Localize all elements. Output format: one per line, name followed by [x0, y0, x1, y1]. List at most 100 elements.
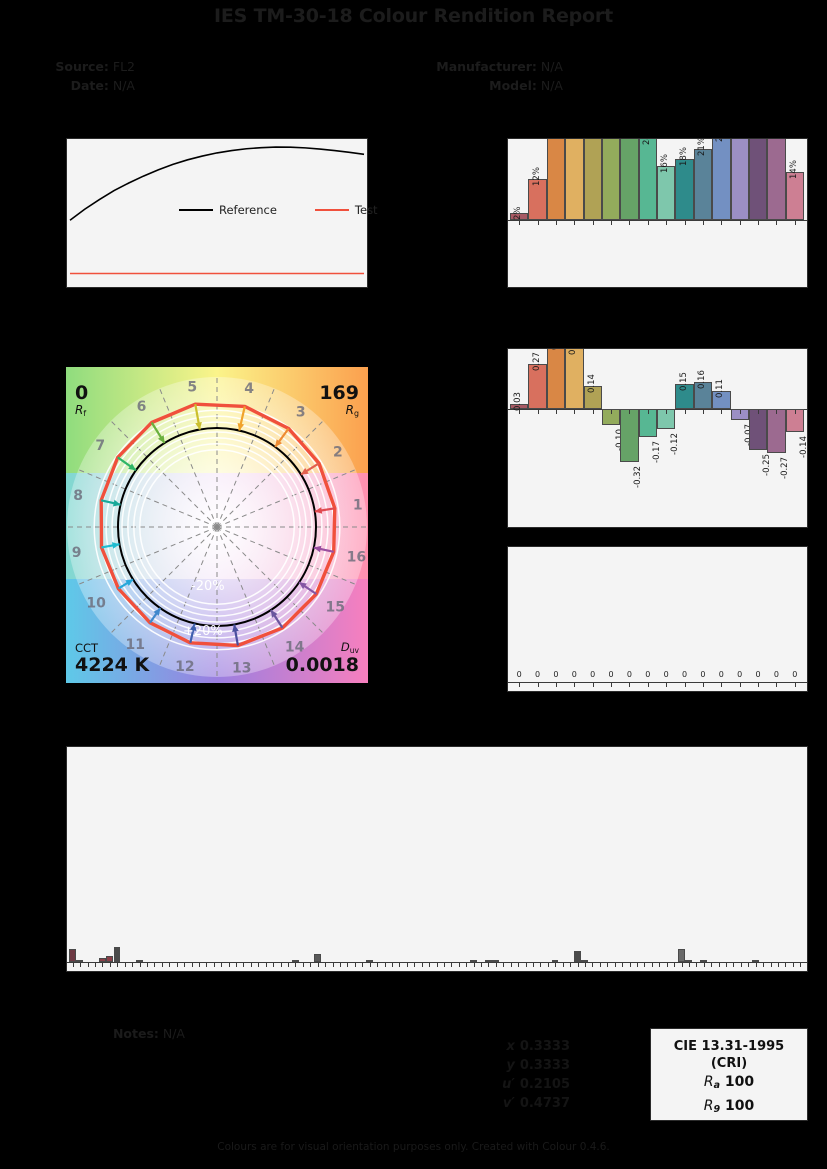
x-axis-tick	[384, 963, 386, 967]
x-axis-tick	[377, 963, 379, 967]
bar	[113, 947, 121, 962]
x-axis-tick	[647, 409, 649, 414]
bar-value-label: 0.27	[531, 352, 542, 372]
report-page: IES TM-30-18 Colour Rendition Report Sou…	[0, 0, 827, 1169]
spd-chart: Reference Test	[66, 138, 378, 288]
x-axis-tick	[481, 963, 483, 967]
x-axis-tick	[124, 963, 126, 967]
bar	[291, 959, 299, 962]
axis-baseline	[508, 682, 807, 684]
legend-test-swatch	[314, 209, 349, 211]
x-axis-tick	[711, 963, 713, 967]
bar	[677, 949, 685, 962]
cvg-bin-label: 5	[187, 380, 197, 396]
y-axis-tick	[507, 424, 508, 425]
cri-title-line1: CIE 13.31-1995	[673, 1039, 785, 1054]
x-axis-tick	[265, 963, 267, 967]
x-axis-tick	[794, 221, 796, 225]
x-axis-tick	[429, 963, 431, 967]
bar-value-label: 24%	[642, 139, 652, 145]
x-axis-tick	[629, 963, 631, 967]
manufacturer-label: Manufacturer:	[436, 59, 537, 74]
x-axis-tick	[332, 963, 334, 967]
x-axis-tick	[555, 963, 557, 967]
x-axis-tick	[611, 221, 613, 225]
bar-value-label: 21%	[696, 138, 707, 156]
bar-value-label: -0.12	[670, 432, 681, 455]
bar-value-label: 0	[737, 670, 743, 679]
x-axis-tick	[647, 683, 649, 687]
rf-value: 0	[75, 382, 89, 404]
bar-value-label: 25%	[715, 139, 725, 142]
y-axis-tick	[66, 835, 67, 836]
y-axis-tick	[507, 577, 508, 578]
x-axis-tick	[537, 221, 539, 225]
rf-readout: 0 Rf	[75, 383, 88, 421]
x-axis-tick	[94, 963, 96, 967]
bar-value-label: 0.11	[715, 378, 726, 398]
bar-value-label: 0	[608, 670, 614, 679]
model-label: Model:	[489, 78, 537, 93]
x-axis-tick	[295, 963, 297, 967]
x-axis-tick	[391, 963, 393, 967]
x-axis-tick	[414, 963, 416, 967]
legend-reference-label: Reference	[219, 203, 277, 217]
bar	[601, 139, 621, 220]
bar	[767, 408, 786, 454]
rg-label: Rg	[345, 403, 359, 419]
x-axis-tick	[221, 963, 223, 967]
cri-r9-value: 100	[725, 1098, 755, 1114]
cri-box: CIE 13.31-1995 (CRI) Ra 100 R9 100	[650, 1028, 808, 1121]
colour-vector-graphic: 1 2 3 4 5 6 7 8 9 10 11 12 13 14 15 16 +20% -20% 0 Rf 1…	[66, 367, 368, 683]
model-row: Model: N/A	[300, 76, 563, 95]
cvg-bin-label: 12	[175, 659, 194, 675]
x-axis-tick	[72, 963, 74, 967]
axis-baseline	[508, 220, 807, 222]
bar	[785, 172, 804, 220]
x-axis-tick	[228, 963, 230, 967]
x-axis-tick	[584, 963, 586, 967]
manufacturer-meta-block: Manufacturer: N/A Model: N/A	[300, 57, 563, 95]
x-axis-tick	[776, 221, 778, 225]
x-axis-tick	[755, 963, 757, 967]
cvg-bin-label: 3	[296, 405, 306, 421]
y-axis-tick	[507, 387, 508, 388]
x-axis-tick	[451, 963, 453, 967]
bar	[365, 959, 373, 962]
rg-value: 169	[319, 382, 359, 404]
bar	[700, 959, 707, 962]
x-axis-tick	[458, 963, 460, 967]
y-axis-tick	[507, 460, 508, 461]
y-axis-tick	[507, 175, 508, 176]
x-axis-tick	[647, 221, 649, 225]
x-axis-tick	[317, 963, 319, 967]
x-axis-tick	[280, 963, 282, 967]
x-axis-tick	[629, 409, 631, 414]
bar-value-label: -0.25	[762, 453, 773, 476]
x-axis-tick	[721, 221, 723, 225]
bar	[546, 349, 566, 409]
y-axis-tick	[66, 814, 67, 815]
legend-test: Test	[314, 203, 378, 217]
x-axis-tick	[702, 683, 704, 687]
bar-value-label: 0	[718, 670, 724, 679]
x-axis-tick	[206, 963, 208, 967]
x-axis-tick	[629, 683, 631, 687]
x-axis-tick	[721, 409, 723, 414]
bar-value-label: 14%	[788, 160, 799, 180]
y-axis-tick	[66, 920, 67, 921]
chromaticity-value: 0.3333	[519, 1058, 570, 1073]
x-axis-tick	[80, 963, 82, 967]
bar	[469, 959, 477, 962]
x-axis-tick	[495, 963, 497, 967]
y-axis-tick	[507, 643, 508, 644]
x-axis-tick	[555, 409, 557, 414]
x-axis-tick	[273, 963, 275, 967]
source-label: Source:	[55, 59, 109, 74]
chromaticity-row: x 0.3333	[420, 1037, 570, 1056]
bar	[748, 139, 768, 220]
y-axis-tick	[507, 617, 508, 618]
y-axis-tick	[507, 478, 508, 479]
bar	[730, 139, 749, 220]
chroma-bars-area: 2%12%30%34%36%34%30%24%16%18%21%25%28%30…	[508, 139, 807, 287]
